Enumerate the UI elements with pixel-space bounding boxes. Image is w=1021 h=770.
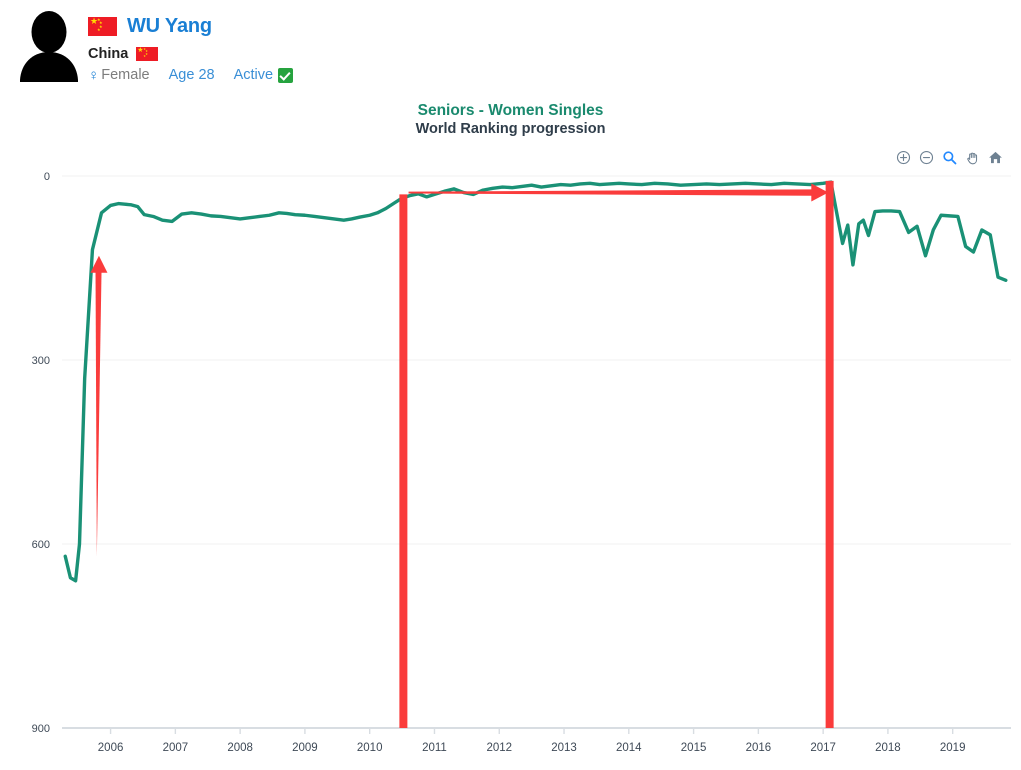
x-axis-ticks: 2006 2007 2008 2009 2010 2011 2012 2013 2014 2015… [98, 728, 966, 754]
female-gender-icon: ♀ [88, 66, 100, 84]
y-tick-label: 600 [32, 539, 50, 551]
rise-arrow-shaft [95, 271, 102, 557]
x-tick-label: 2010 [357, 742, 383, 754]
country-name: China [88, 46, 129, 62]
x-tick-label: 2015 [681, 742, 707, 754]
x-tick-label: 2008 [227, 742, 253, 754]
china-flag-icon: ★ ★ ★ ★ ★ [88, 16, 117, 36]
gender-label: Female [101, 67, 150, 83]
y-tick-label: 0 [44, 171, 50, 183]
x-tick-label: 2019 [940, 742, 966, 754]
x-tick-label: 2017 [810, 742, 836, 754]
chart-annotations [90, 180, 834, 728]
player-meta-row: ♀ Female Age 28 Active [88, 64, 294, 86]
y-axis-ticks: 0 300 600 900 [32, 171, 50, 735]
x-tick-label: 2018 [875, 742, 901, 754]
y-tick-label: 900 [32, 723, 50, 735]
china-flag-icon-small: ★ ★ ★ ★ ★ [136, 47, 159, 61]
ranking-chart-panel: Seniors - Women Singles World Ranking pr… [0, 92, 1021, 770]
x-tick-label: 2013 [551, 742, 577, 754]
check-badge-icon [278, 67, 294, 83]
age-label[interactable]: Age 28 [169, 67, 215, 83]
player-name[interactable]: WU Yang [127, 15, 212, 38]
x-tick-label: 2011 [422, 742, 447, 754]
plot-area[interactable]: 0 300 600 900 2006 2007 2008 2009 2010 2011 2012 2… [0, 92, 1021, 770]
status-label[interactable]: Active [234, 67, 274, 83]
x-tick-label: 2014 [616, 742, 642, 754]
x-tick-label: 2006 [98, 742, 124, 754]
y-tick-label: 300 [32, 355, 50, 367]
avatar [18, 8, 80, 84]
x-tick-label: 2016 [746, 742, 772, 754]
gridlines [62, 175, 1011, 729]
data-series [63, 180, 1008, 583]
player-country-row: China ★ ★ ★ ★ ★ [88, 44, 159, 64]
x-tick-label: 2007 [163, 742, 189, 754]
player-header: ★ ★ ★ ★ ★ WU Yang China ★ ★ ★ ★ ★ ♀ Fema… [0, 0, 1021, 92]
x-tick-label: 2012 [486, 742, 512, 754]
x-tick-label: 2009 [292, 742, 318, 754]
player-name-row: ★ ★ ★ ★ ★ WU Yang [88, 12, 212, 40]
series-line [63, 180, 1008, 583]
